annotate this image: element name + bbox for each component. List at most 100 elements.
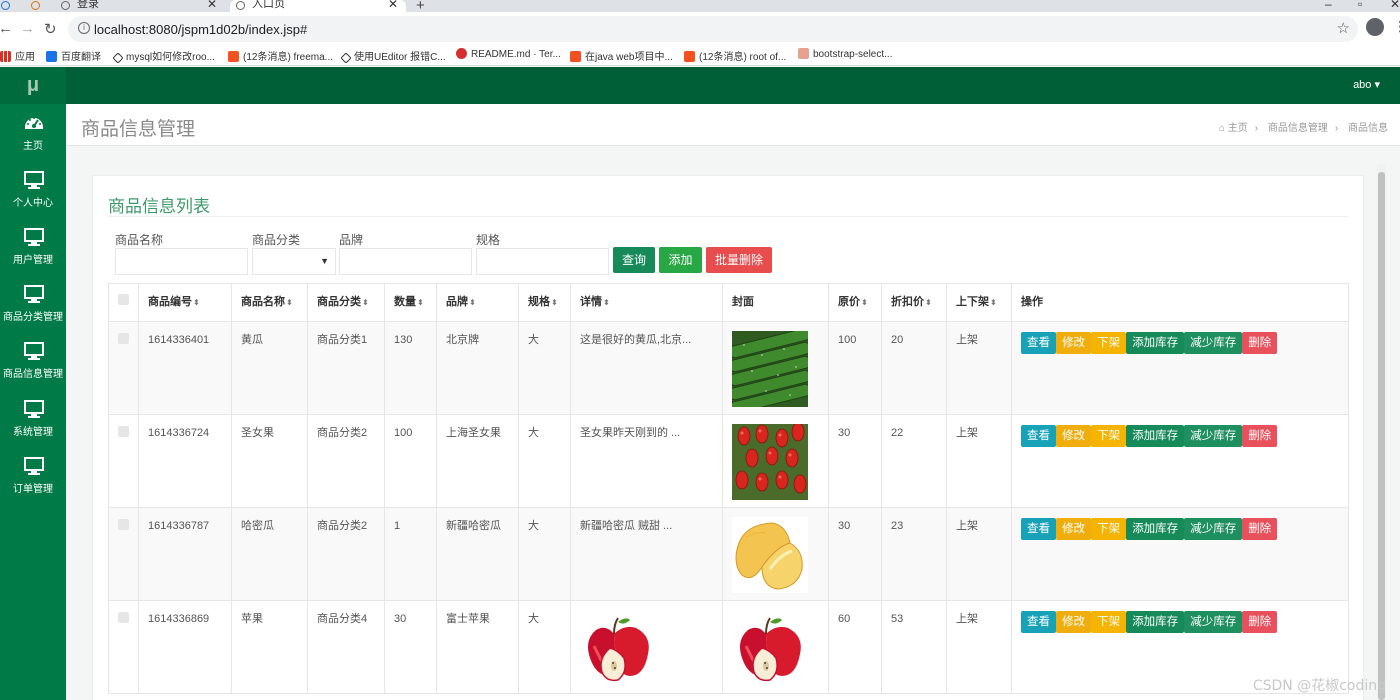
close-icon[interactable]: ✕ [388,0,398,10]
add-button[interactable]: 添加 [659,247,702,273]
row-checkbox[interactable] [108,507,139,601]
cell-actions: 查看 修改 下架 添加库存 减少库存 删除 [1011,321,1349,415]
restore-icon[interactable]: ▫ [1358,0,1362,11]
star-icon[interactable]: ☆ [1337,19,1350,37]
close-window-icon[interactable]: ✕ [1390,0,1400,11]
unlist-button[interactable]: 下架 [1091,332,1127,354]
add-stock-button[interactable]: 添加库存 [1126,332,1185,354]
sidebar-item-system[interactable]: 系统管理 [0,393,66,450]
cell-brand: 北京牌 [436,321,519,415]
unlist-button[interactable]: 下架 [1091,425,1127,447]
info-icon[interactable]: i [78,22,90,34]
delete-button[interactable]: 删除 [1242,518,1278,540]
column-header-status[interactable]: 上下架⬍ [946,283,1012,322]
profile-icon[interactable] [1366,18,1384,36]
close-icon[interactable]: ✕ [207,0,217,10]
column-header-category[interactable]: 商品分类⬍ [307,283,385,322]
bookmark-freemarker[interactable]: (12条消息) freema... [228,48,333,63]
sidebar-item-home[interactable]: 主页 [0,107,66,164]
reduce-stock-button[interactable]: 减少库存 [1184,425,1243,447]
row-checkbox[interactable] [108,600,139,694]
cell-brand: 上海圣女果 [436,414,519,508]
column-header-price[interactable]: 原价⬍ [828,283,882,322]
cell-actions: 查看 修改 下架 添加库存 减少库存 删除 [1011,414,1349,508]
filter-name-input[interactable] [115,248,248,275]
minimize-icon[interactable]: – [1325,0,1332,11]
url-field[interactable]: i localhost:8080/jspm1d02b/index.jsp# ☆ [68,16,1358,42]
add-stock-button[interactable]: 添加库存 [1126,425,1185,447]
bookmark-javaweb[interactable]: 在java web项目中... [570,48,673,63]
filter-category-select[interactable]: ▼ [252,248,336,275]
reduce-stock-button[interactable]: 减少库存 [1184,332,1243,354]
page-scrollbar-thumb[interactable] [1378,172,1385,700]
browser-tab-login[interactable]: 登录 ✕ [55,0,225,12]
column-header-discount[interactable]: 折扣价⬍ [881,283,947,322]
row-checkbox[interactable] [108,414,139,508]
cover-image[interactable] [728,327,812,414]
add-stock-button[interactable]: 添加库存 [1126,611,1185,633]
batch-delete-button[interactable]: 批量删除 [706,247,772,273]
browser-menu-icon[interactable] [0,0,14,12]
delete-button[interactable]: 删除 [1242,332,1278,354]
sidebar-item-products[interactable]: 商品信息管理 [0,335,66,392]
bookmark-root-of[interactable]: (12条消息) root of... [684,48,786,63]
sidebar-item-profile[interactable]: 个人中心 [0,164,66,221]
unlist-button[interactable]: 下架 [1091,611,1127,633]
browser-tab-entry[interactable]: 入口页 ✕ [230,0,406,12]
select-all-checkbox[interactable] [108,283,139,322]
cover-image[interactable] [732,517,808,593]
app-topbar: abo ▾ [66,67,1400,104]
add-stock-button[interactable]: 添加库存 [1126,518,1185,540]
bookmark-apps[interactable]: 应用 [0,48,35,63]
edit-button[interactable]: 修改 [1056,611,1092,633]
column-header-id[interactable]: 商品编号⬍ [138,283,232,322]
view-button[interactable]: 查看 [1021,611,1056,633]
home-icon: ⌂ [1218,123,1225,134]
query-button[interactable]: 查询 [613,247,655,273]
delete-button[interactable]: 删除 [1242,425,1278,447]
more-icon[interactable]: ⋮ [1393,18,1400,35]
table-row: 1614336869 苹果 商品分类4 30 富士苹果大 60 53 上架 查看 修改 下架 添… [108,600,1349,694]
cover-image[interactable] [732,422,808,500]
bookmark-ueditor[interactable]: 使用UEditor 报错C... [340,48,446,64]
user-menu[interactable]: abo ▾ [1353,78,1380,91]
chrome-icon[interactable] [26,0,50,12]
view-button[interactable]: 查看 [1021,518,1056,540]
column-header-detail[interactable]: 详情⬍ [570,283,723,322]
filter-spec-input[interactable] [476,248,609,275]
cell-discount: 22 [881,414,947,508]
bookmark-bootstrap-select[interactable]: bootstrap-select... [798,48,892,60]
row-checkbox[interactable] [108,321,139,415]
card-title: 商品信息列表 [108,197,210,216]
reduce-stock-button[interactable]: 减少库存 [1184,611,1243,633]
forward-icon[interactable]: → [20,20,35,37]
bookmark-mysql[interactable]: mysql如何修改roo... [112,48,215,64]
filter-brand-input[interactable] [339,248,472,275]
edit-button[interactable]: 修改 [1056,518,1092,540]
monitor-icon [24,400,44,418]
page-header: 商品信息管理 ⌂ 主页 › 商品信息管理 › 商品信息 [66,104,1400,146]
cover-image[interactable] [732,610,808,686]
breadcrumb-home[interactable]: 主页 [1228,123,1248,134]
column-header-name[interactable]: 商品名称⬍ [231,283,308,322]
table-row: 1614336724 圣女果 商品分类2 100 上海圣女果大圣女果昨天刚到的 ... 3… [108,414,1349,508]
delete-button[interactable]: 删除 [1242,611,1278,633]
column-header-qty[interactable]: 数量⬍ [384,283,437,322]
sidebar-item-orders[interactable]: 订单管理 [0,450,66,507]
reload-icon[interactable]: ↻ [44,20,57,38]
sidebar-item-users[interactable]: 用户管理 [0,221,66,278]
edit-button[interactable]: 修改 [1056,332,1092,354]
column-header-brand[interactable]: 品牌⬍ [436,283,519,322]
view-button[interactable]: 查看 [1021,425,1056,447]
sidebar-item-categories[interactable]: 商品分类管理 [0,278,66,335]
view-button[interactable]: 查看 [1021,332,1056,354]
column-header-spec[interactable]: 规格⬍ [518,283,571,322]
bookmark-baidu-translate[interactable]: 百度翻译 [46,48,101,63]
breadcrumb-section[interactable]: 商品信息管理 [1268,123,1328,134]
bookmark-readme[interactable]: README.md · Ter... [456,48,561,60]
back-icon[interactable]: ← [0,20,13,37]
edit-button[interactable]: 修改 [1056,425,1092,447]
csdn-icon [684,51,695,62]
unlist-button[interactable]: 下架 [1091,518,1127,540]
reduce-stock-button[interactable]: 减少库存 [1184,518,1243,540]
